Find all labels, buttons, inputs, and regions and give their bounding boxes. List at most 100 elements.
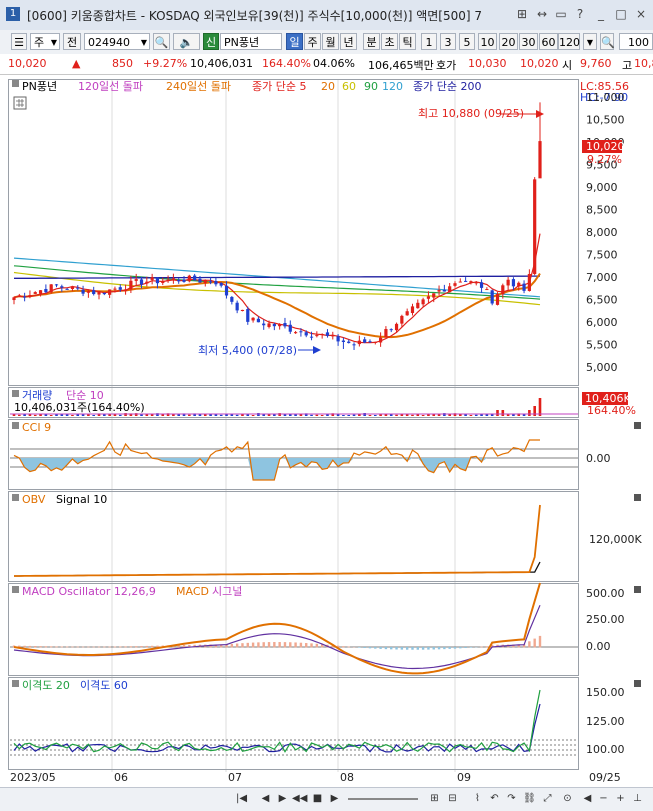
turnover-percent: 04.06% <box>313 57 355 70</box>
volume-bar <box>273 415 276 416</box>
stop-icon[interactable]: ■ <box>310 791 325 806</box>
candle-body <box>464 281 467 282</box>
macd-osc-bar <box>454 647 456 649</box>
macd-osc-bar <box>263 642 265 647</box>
panel-close-icon[interactable] <box>634 422 641 429</box>
candle-body <box>395 324 398 330</box>
volume-bar <box>252 415 255 416</box>
candle-body <box>501 285 504 294</box>
candle-body <box>283 323 286 326</box>
scroll-left-small-icon[interactable]: ◀ <box>580 791 595 806</box>
link-icon[interactable]: ⊞ <box>515 7 529 21</box>
search-icon[interactable]: 🔍 <box>600 33 614 50</box>
restore-icon[interactable]: ▭ <box>554 7 568 21</box>
tab-period-week[interactable]: 주 <box>304 33 321 50</box>
legend-ma90: 90 <box>364 80 378 93</box>
period-select[interactable]: 주▼ <box>30 33 60 50</box>
fast-forward-icon[interactable]: ▶ <box>327 791 342 806</box>
zoom-in-icon[interactable]: ⊞ <box>427 791 442 806</box>
search-icon[interactable]: 🔍 <box>153 33 170 50</box>
maximize-icon[interactable]: □ <box>614 7 628 21</box>
volume-bar <box>92 415 95 416</box>
volume-bar <box>369 415 372 416</box>
price-tag: 10,020 <box>586 140 625 153</box>
pin-icon[interactable]: ⊥ <box>630 791 645 806</box>
trend-icon[interactable]: ⤢ <box>540 791 555 806</box>
volume-bar <box>316 415 319 416</box>
zoom-out-icon[interactable]: ⊟ <box>445 791 460 806</box>
play-icon[interactable]: ▶ <box>275 791 290 806</box>
macd-osc-bar <box>528 641 530 647</box>
tab-period-day[interactable]: 일 <box>286 33 303 50</box>
tab-period-tick[interactable]: 틱 <box>399 33 416 50</box>
interval-3-button[interactable]: 3 <box>440 33 456 50</box>
macd-osc-bar <box>316 644 318 648</box>
macd-osc-bar <box>379 647 381 649</box>
minimize-icon[interactable]: _ <box>594 7 608 21</box>
help-icon[interactable]: ? <box>573 7 587 21</box>
dropdown-button[interactable]: ▼ <box>583 33 597 50</box>
tab-period-month[interactable]: 월 <box>322 33 339 50</box>
interval-30-button[interactable]: 30 <box>519 33 538 50</box>
interval-20-button[interactable]: 20 <box>499 33 518 50</box>
undo-icon[interactable]: ↶ <box>487 791 502 806</box>
prev-button[interactable]: 전 <box>63 33 81 50</box>
price-pct-tag: 9.27% <box>587 153 622 166</box>
candle-body <box>315 335 318 336</box>
redo-icon[interactable]: ↷ <box>504 791 519 806</box>
link-icon[interactable]: ⛓ <box>522 791 537 806</box>
volume-bar <box>411 415 414 416</box>
candle-body <box>230 297 233 302</box>
plus-icon[interactable]: + <box>613 791 628 806</box>
legend-ma120-break: 120일선 돌파 <box>78 79 143 93</box>
chart-area[interactable]: PN풍년 120일선 돌파 240일선 돌파 종가 단순 5 20 60 90 … <box>8 77 644 787</box>
candle-body <box>220 283 223 286</box>
macd-osc-bar <box>390 647 392 649</box>
interval-5-button[interactable]: 5 <box>459 33 475 50</box>
interval-10-button[interactable]: 10 <box>478 33 497 50</box>
macd-osc-bar <box>363 647 365 648</box>
candle-body <box>480 282 483 288</box>
candle-body <box>257 319 260 322</box>
menu-icon[interactable]: ☰ <box>11 33 27 50</box>
period-select-value: 주 <box>34 36 44 49</box>
stock-code-input[interactable]: 024940▼ <box>84 33 150 50</box>
data-count-input[interactable]: 100 <box>619 33 653 50</box>
scroll-start-icon[interactable]: |◀ <box>234 791 249 806</box>
legend-ma60: 60 <box>342 80 356 93</box>
macd-osc-bar <box>108 647 110 648</box>
interval-60-button[interactable]: 60 <box>539 33 558 50</box>
quote-label: 호가 <box>436 57 456 73</box>
magnet-icon[interactable]: ⊙ <box>560 791 575 806</box>
candle-body <box>55 284 58 285</box>
tab-period-minute[interactable]: 분 <box>363 33 380 50</box>
interval-1-button[interactable]: 1 <box>421 33 437 50</box>
candle-body <box>87 291 90 293</box>
panel-close-icon[interactable] <box>634 586 641 593</box>
candle-body <box>400 316 403 324</box>
minus-icon[interactable]: − <box>596 791 611 806</box>
trade-amount: 106,465백만 <box>368 57 434 73</box>
volume-bar <box>284 415 287 416</box>
fast-back-icon[interactable]: ◀◀ <box>292 791 307 806</box>
close-icon[interactable]: × <box>634 7 648 21</box>
zoom-slider[interactable] <box>348 798 418 800</box>
resize-icon[interactable]: ↔ <box>535 7 549 21</box>
speaker-icon[interactable]: 🔈 <box>173 33 200 50</box>
legend-ma20: 20 <box>321 80 335 93</box>
tab-period-year[interactable]: 년 <box>340 33 357 50</box>
interval-120-button[interactable]: 120 <box>558 33 580 50</box>
candle-body <box>422 299 425 304</box>
grid-toggle-icon[interactable] <box>14 97 26 109</box>
candle-body <box>23 297 26 298</box>
panel-close-icon[interactable] <box>634 494 641 501</box>
price-tick-label: 5,500 <box>586 339 618 352</box>
volume-bar <box>539 398 542 416</box>
candle-body <box>390 329 393 330</box>
chart-type-icon[interactable]: ⌇ <box>470 791 485 806</box>
panel-close-icon[interactable] <box>634 680 641 687</box>
tab-period-second[interactable]: 초 <box>381 33 398 50</box>
candle-body <box>289 325 292 332</box>
scroll-left-icon[interactable]: ◀ <box>258 791 273 806</box>
macd-osc-bar <box>66 647 68 648</box>
